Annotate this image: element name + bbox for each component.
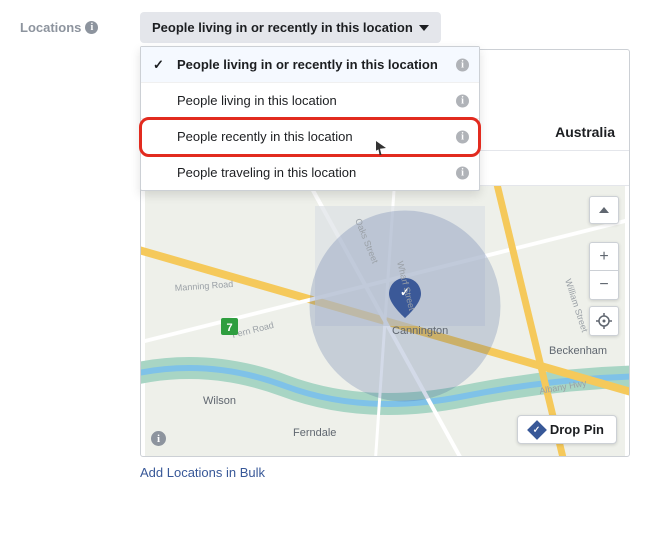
svg-text:Wilson: Wilson bbox=[203, 395, 236, 407]
caret-down-icon bbox=[419, 25, 429, 31]
chevron-up-icon bbox=[599, 207, 609, 213]
dropdown-item-label: People living in this location bbox=[177, 93, 337, 108]
dropdown-item[interactable]: People living in this location i bbox=[141, 83, 479, 119]
dropdown-item[interactable]: People living in or recently in this loc… bbox=[141, 47, 479, 83]
dropdown-item-label: People living in or recently in this loc… bbox=[177, 57, 438, 72]
map-zoom-controls: + − bbox=[589, 242, 619, 300]
add-locations-bulk-link[interactable]: Add Locations in Bulk bbox=[140, 457, 265, 480]
map-collapse-button[interactable] bbox=[589, 196, 619, 224]
svg-text:7: 7 bbox=[226, 322, 232, 334]
info-icon[interactable]: i bbox=[456, 130, 469, 143]
location-type-dropdown-menu: People living in or recently in this loc… bbox=[140, 46, 480, 191]
pin-icon: ✓ bbox=[527, 420, 547, 440]
info-icon[interactable]: i bbox=[85, 21, 98, 34]
map[interactable]: ✓ Cannington Manning Road Fern Road Oaks… bbox=[141, 186, 629, 456]
info-icon[interactable]: i bbox=[456, 58, 469, 71]
info-icon[interactable]: i bbox=[456, 166, 469, 179]
map-label-center: Cannington bbox=[392, 325, 448, 337]
zoom-in-button[interactable]: + bbox=[589, 243, 619, 271]
drop-pin-button[interactable]: ✓ Drop Pin bbox=[517, 415, 617, 444]
svg-text:Beckenham: Beckenham bbox=[549, 345, 607, 357]
dropdown-trigger-label: People living in or recently in this loc… bbox=[152, 20, 413, 35]
dropdown-item[interactable]: People recently in this location i bbox=[141, 119, 479, 155]
svg-text:Ferndale: Ferndale bbox=[293, 427, 336, 439]
location-type-dropdown-trigger[interactable]: People living in or recently in this loc… bbox=[140, 12, 441, 43]
info-icon[interactable]: i bbox=[456, 94, 469, 107]
dropdown-item[interactable]: People traveling in this location i bbox=[141, 155, 479, 190]
locate-icon bbox=[596, 313, 612, 329]
dropdown-item-label: People traveling in this location bbox=[177, 165, 356, 180]
dropdown-item-label: People recently in this location bbox=[177, 129, 353, 144]
map-locate-button[interactable] bbox=[589, 306, 619, 336]
info-icon: i bbox=[151, 431, 166, 446]
map-info-button[interactable]: i bbox=[151, 430, 166, 447]
locations-label: Locations i bbox=[20, 12, 140, 35]
selected-country: Australia bbox=[555, 124, 615, 140]
zoom-out-button[interactable]: − bbox=[589, 271, 619, 299]
